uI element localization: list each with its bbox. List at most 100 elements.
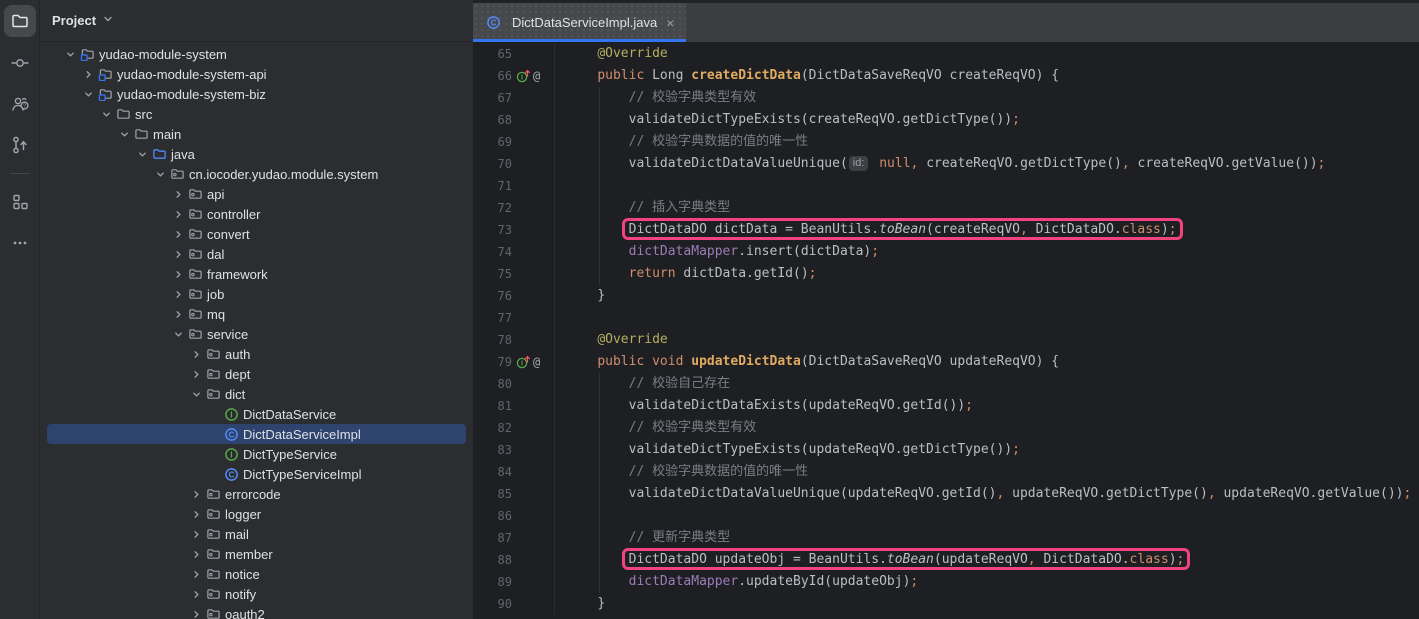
line-number[interactable]: 69 (473, 131, 512, 153)
tree-item-yudao-module-system[interactable]: yudao-module-system (40, 44, 473, 64)
project-tool-button[interactable] (4, 5, 36, 37)
tree-item-logger[interactable]: logger (40, 504, 473, 524)
code-line-84[interactable]: 84 // 校验字典数据的值的唯一性 (473, 461, 1419, 483)
code-line-86[interactable]: 86 (473, 505, 1419, 527)
chevron-right-icon[interactable] (188, 606, 205, 619)
tree-item-errorcode[interactable]: errorcode (40, 484, 473, 504)
line-number[interactable]: 83 (473, 439, 512, 461)
annotation-gutter-icon[interactable]: @ (533, 351, 540, 373)
tree-item-dicttypeserviceimpl[interactable]: CDictTypeServiceImpl (40, 464, 473, 484)
learn-tool-button[interactable]: ? (4, 88, 36, 120)
commit-tool-button[interactable] (4, 47, 36, 79)
code-line-65[interactable]: 65 @Override (473, 43, 1419, 65)
line-number[interactable]: 88 (473, 549, 512, 571)
chevron-right-icon[interactable] (80, 66, 97, 82)
tree-item-convert[interactable]: convert (40, 224, 473, 244)
code-line-68[interactable]: 68 validateDictTypeExists(createReqVO.ge… (473, 109, 1419, 131)
code-line-81[interactable]: 81 validateDictDataExists(updateReqVO.ge… (473, 395, 1419, 417)
code-line-89[interactable]: 89 dictDataMapper.updateById(updateObj); (473, 571, 1419, 593)
chevron-down-icon[interactable] (98, 106, 115, 122)
line-number[interactable]: 80 (473, 373, 512, 395)
line-number[interactable]: 70 (473, 153, 512, 175)
code-line-67[interactable]: 67 // 校验字典类型有效 (473, 87, 1419, 109)
code-line-80[interactable]: 80 // 校验自己存在 (473, 373, 1419, 395)
tree-item-cn-iocoder-yudao-module-system[interactable]: cn.iocoder.yudao.module.system (40, 164, 473, 184)
line-number[interactable]: 75 (473, 263, 512, 285)
chevron-right-icon[interactable] (170, 246, 187, 262)
chevron-right-icon[interactable] (188, 506, 205, 522)
chevron-right-icon[interactable] (188, 546, 205, 562)
tree-item-dept[interactable]: dept (40, 364, 473, 384)
code-line-77[interactable]: 77 (473, 307, 1419, 329)
tree-item-api[interactable]: api (40, 184, 473, 204)
chevron-down-icon[interactable] (80, 86, 97, 102)
code-line-82[interactable]: 82 // 校验字典类型有效 (473, 417, 1419, 439)
line-number[interactable]: 67 (473, 87, 512, 109)
tree-item-member[interactable]: member (40, 544, 473, 564)
line-number[interactable]: 76 (473, 285, 512, 307)
code-line-70[interactable]: 70 validateDictDataValueUnique(id: null,… (473, 153, 1419, 175)
line-number[interactable]: 72 (473, 197, 512, 219)
implements-method-icon[interactable]: I (516, 355, 531, 369)
vcs-tool-button[interactable] (4, 129, 36, 161)
code-line-72[interactable]: 72 // 插入字典类型 (473, 197, 1419, 219)
code-line-90[interactable]: 90 } (473, 593, 1419, 615)
chevron-down-icon[interactable] (116, 126, 133, 142)
line-number[interactable]: 68 (473, 109, 512, 131)
chevron-right-icon[interactable] (170, 186, 187, 202)
chevron-right-icon[interactable] (188, 366, 205, 382)
line-number[interactable]: 90 (473, 593, 512, 615)
tree-item-notify[interactable]: notify (40, 584, 473, 604)
implements-method-icon[interactable]: I (516, 69, 531, 83)
chevron-down-icon[interactable] (62, 46, 79, 62)
line-number[interactable]: 66 (473, 65, 512, 87)
tree-item-auth[interactable]: auth (40, 344, 473, 364)
annotation-gutter-icon[interactable]: @ (533, 65, 540, 87)
code-line-85[interactable]: 85 validateDictDataValueUnique(updateReq… (473, 483, 1419, 505)
tree-item-controller[interactable]: controller (40, 204, 473, 224)
tree-item-oauth2[interactable]: oauth2 (40, 604, 473, 619)
code-line-71[interactable]: 71 (473, 175, 1419, 197)
tree-item-mail[interactable]: mail (40, 524, 473, 544)
line-number[interactable]: 65 (473, 43, 512, 65)
chevron-down-icon[interactable] (134, 146, 151, 162)
line-number[interactable]: 73 (473, 219, 512, 241)
line-number[interactable]: 85 (473, 483, 512, 505)
line-number[interactable]: 86 (473, 505, 512, 527)
code-line-76[interactable]: 76 } (473, 285, 1419, 307)
chevron-down-icon[interactable] (170, 326, 187, 342)
code-line-73[interactable]: 73 DictDataDO dictData = BeanUtils.toBea… (473, 219, 1419, 241)
line-number[interactable]: 82 (473, 417, 512, 439)
chevron-right-icon[interactable] (170, 306, 187, 322)
line-number[interactable]: 84 (473, 461, 512, 483)
chevron-right-icon[interactable] (188, 486, 205, 502)
code-line-78[interactable]: 78 @Override (473, 329, 1419, 351)
line-number[interactable]: 87 (473, 527, 512, 549)
line-number[interactable]: 81 (473, 395, 512, 417)
tree-item-job[interactable]: job (40, 284, 473, 304)
line-number[interactable]: 74 (473, 241, 512, 263)
line-number[interactable]: 78 (473, 329, 512, 351)
line-number[interactable]: 79 (473, 351, 512, 373)
tree-item-yudao-module-system-biz[interactable]: yudao-module-system-biz (40, 84, 473, 104)
line-number[interactable]: 77 (473, 307, 512, 329)
project-panel-header[interactable]: Project (40, 0, 473, 42)
more-tool-windows-button[interactable] (4, 227, 36, 259)
tree-item-src[interactable]: src (40, 104, 473, 124)
close-icon[interactable]: × (664, 16, 676, 30)
code-line-74[interactable]: 74 dictDataMapper.insert(dictData); (473, 241, 1419, 263)
chevron-right-icon[interactable] (188, 346, 205, 362)
tree-item-service[interactable]: service (40, 324, 473, 344)
tree-item-dict[interactable]: dict (40, 384, 473, 404)
chevron-right-icon[interactable] (170, 226, 187, 242)
tab-dictdataserviceimpl[interactable]: C DictDataServiceImpl.java × (473, 3, 686, 42)
chevron-right-icon[interactable] (188, 566, 205, 582)
tree-item-dictdataserviceimpl[interactable]: CDictDataServiceImpl (40, 424, 473, 444)
line-number[interactable]: 71 (473, 175, 512, 197)
code-line-88[interactable]: 88 DictDataDO updateObj = BeanUtils.toBe… (473, 549, 1419, 571)
code-line-75[interactable]: 75 return dictData.getId(); (473, 263, 1419, 285)
chevron-right-icon[interactable] (170, 206, 187, 222)
tree-item-yudao-module-system-api[interactable]: yudao-module-system-api (40, 64, 473, 84)
chevron-right-icon[interactable] (188, 586, 205, 602)
code-line-69[interactable]: 69 // 校验字典数据的值的唯一性 (473, 131, 1419, 153)
